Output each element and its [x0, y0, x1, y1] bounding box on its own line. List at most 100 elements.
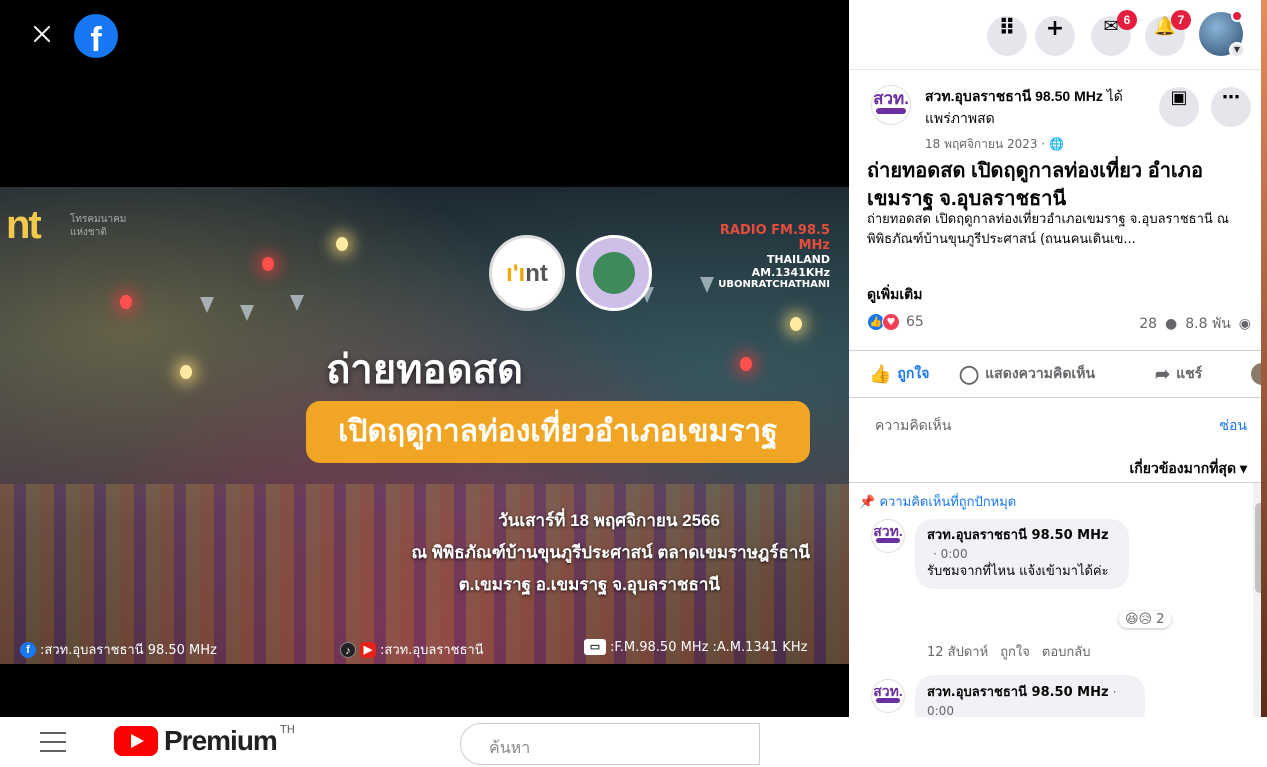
bottom-frequency-label: :F.M.98.50 MHz :A.M.1341 KHz [610, 639, 808, 655]
post-panel: ⠿ + ✉ 6 🔔 7 ▼ สวท. สวท.อุบลราชธานี 98.50… [849, 0, 1267, 717]
avatar-status-dot [1231, 10, 1243, 22]
flag-bunting [240, 305, 254, 321]
like-button[interactable]: 👍 ถูกใจ [869, 363, 929, 385]
post-stats: 28 ● 8.8 พัน ◉ [1139, 313, 1251, 335]
bottom-facebook-label: :สวท.อุบลราชธานี 98.50 MHz [40, 643, 217, 658]
comment-button[interactable]: ◯ แสดงความคิดเห็น [959, 363, 1095, 385]
flag-bunting [290, 295, 304, 311]
top-nav: ⠿ + ✉ 6 🔔 7 ▼ [849, 0, 1267, 70]
nt-live-logo-caption: โทรคมนาคม แห่งชาติ [70, 214, 127, 238]
radio-thailand-logo: RADIO FM.98.5 MHz THAILAND AM.1341KHz UB… [692, 223, 830, 290]
share-icon: ➦ [1155, 363, 1171, 384]
search-placeholder[interactable]: ค้นหา [489, 736, 530, 761]
radio-logo-line3: UBONRATCHATHANI [718, 279, 830, 290]
profile-avatar[interactable]: ▼ [1199, 10, 1245, 58]
messenger-badge: 6 [1117, 10, 1137, 30]
comment-input[interactable]: ความคิดเห็น ซ่อน [849, 399, 1267, 449]
love-reaction-icon: ♥ [882, 313, 900, 331]
comment-avatar[interactable]: สวท. [871, 679, 905, 713]
nt-live-logo: nt [6, 203, 42, 247]
comment-timestamp[interactable]: · 0:00 [927, 545, 1117, 563]
like-icon: 👍 [869, 363, 892, 384]
video-info-location: ต.เขมราฐ อ.เขมราฐ จ.อุบลราชธานี [458, 575, 720, 594]
comment-text: รับชมจากที่ไหน แจ้งเข้ามาได้ค่ะ [927, 564, 1109, 579]
comment-reactions[interactable]: 😆😥 2 [1119, 611, 1171, 628]
plus-icon[interactable]: + [1035, 16, 1075, 56]
bottom-social: ♪ ▶ :สวท.อุบลราชธานี [340, 639, 484, 660]
radio-logo-line1: RADIO FM.98.5 MHz [719, 223, 830, 253]
reaction-count: 65 [906, 314, 924, 330]
video-viewer: f nt โทรคมนาคม แห่งชาติ RADIO FM.98.5 MH… [0, 0, 849, 717]
chevron-down-icon[interactable]: ▼ [1229, 42, 1245, 58]
nt-circle-logo: ı'ınt [489, 235, 565, 311]
bottom-facebook: f :สวท.อุบลราชธานี 98.50 MHz [20, 639, 217, 660]
pinned-label: 📌 ความคิดเห็นที่ถูกปักหมุด [859, 495, 1017, 510]
radio-icon: ▭ [584, 639, 606, 655]
messenger-icon[interactable]: ✉ 6 [1091, 10, 1137, 56]
page-name-link[interactable]: สวท.อุบลราชธานี 98.50 MHz [925, 88, 1103, 104]
save-icon[interactable]: ▣ [1159, 87, 1199, 127]
youtube-logo-icon[interactable]: Premium [114, 725, 278, 757]
facebook-icon: f [20, 641, 36, 658]
search-input[interactable]: ค้นหา [460, 723, 760, 765]
light-bulb [262, 257, 274, 271]
comment-meta: 12 สัปดาห์ ถูกใจ ตอบกลับ [927, 641, 1091, 662]
light-bulb [790, 317, 802, 331]
video-bottom-bar: f :สวท.อุบลราชธานี 98.50 MHz ♪ ▶ :สวท.อุ… [0, 633, 849, 664]
radio-logo-line2: THAILAND AM.1341KHz [751, 253, 830, 279]
bell-icon[interactable]: 🔔 7 [1145, 10, 1191, 56]
post-date[interactable]: 18 พฤศจิกายน 2023 · 🌐 [925, 135, 1064, 154]
video-player[interactable]: nt โทรคมนาคม แห่งชาติ RADIO FM.98.5 MHz … [0, 187, 849, 664]
comment-bubble-icon: ● [1165, 316, 1178, 332]
comment-author[interactable]: สวท.อุบลราชธานี 98.50 MHz [927, 527, 1117, 545]
reactions-summary[interactable]: 👍 ♥ 65 [867, 313, 924, 331]
light-bulb [120, 295, 132, 309]
comment-author[interactable]: สวท.อุบลราชธานี 98.50 MHz [927, 685, 1109, 700]
bottom-social-label: :สวท.อุบลราชธานี [380, 643, 484, 658]
youtube-header: Premium TH ค้นหา [0, 717, 1267, 767]
youtube-logo-word: Premium [164, 725, 278, 756]
video-info-date: วันเสาร์ที่ 18 พฤศจิกายน 2566 [498, 511, 720, 530]
post-title: ถ่ายทอดสด เปิดฤดูกาลท่องเที่ยว อำเภอเขมร… [867, 160, 1203, 210]
hamburger-icon[interactable] [40, 732, 66, 752]
hide-link[interactable]: ซ่อน [1220, 415, 1247, 437]
post-description: ถ่ายทอดสด เปิดฤดูกาลท่องเที่ยวอำเภอเขมรา… [867, 212, 1229, 247]
eye-icon: ◉ [1238, 316, 1251, 332]
comment-age[interactable]: 12 สัปดาห์ [927, 641, 988, 662]
video-subheadline: เปิดฤดูกาลท่องเที่ยวอำเภอเขมราฐ [306, 401, 810, 463]
comment-bubble: สวท.อุบลราชธานี 98.50 MHz · 0:00 รับชมจา… [915, 519, 1129, 589]
comment-placeholder[interactable]: ความคิดเห็น [875, 415, 951, 437]
light-bulb [336, 237, 348, 251]
facebook-logo-icon[interactable]: f [74, 14, 118, 58]
comment-bubble: สวท.อุบลราชธานี 98.50 MHz · 0:00 [915, 675, 1145, 717]
see-more-link[interactable]: ดูเพิ่มเติม [867, 284, 922, 306]
page-name[interactable]: สวท.อุบลราชธานี 98.50 MHz ได้แพร่ภาพสด [925, 85, 1145, 129]
background-edge [1261, 0, 1267, 717]
video-headline: ถ่ายทอดสด [326, 348, 523, 392]
sort-comments-dropdown[interactable]: เกี่ยวข้องมากที่สุด ▾ [1130, 458, 1248, 480]
emblem-icon [593, 252, 635, 294]
action-bar: 👍 ถูกใจ ◯ แสดงความคิดเห็น ➦ แชร์ [849, 350, 1267, 398]
comments-list[interactable]: 📌 ความคิดเห็นที่ถูกปักหมุด สวท. สวท.อุบล… [849, 482, 1267, 717]
bottom-frequency: ▭ :F.M.98.50 MHz :A.M.1341 KHz [584, 639, 807, 655]
flag-bunting [200, 297, 214, 313]
youtube-icon: ▶ [360, 641, 376, 658]
share-button[interactable]: ➦ แชร์ [1155, 363, 1202, 385]
close-icon[interactable] [30, 22, 54, 46]
pin-icon: 📌 [859, 495, 876, 510]
more-icon[interactable]: ⋯ [1211, 87, 1251, 127]
emblem-circle-logo [576, 235, 652, 311]
comment-like-link[interactable]: ถูกใจ [1000, 641, 1030, 662]
comment-avatar[interactable]: สวท. [871, 519, 905, 553]
apps-grid-icon[interactable]: ⠿ [987, 16, 1027, 56]
comment-reply-link[interactable]: ตอบกลับ [1042, 641, 1091, 662]
youtube-play-icon [114, 726, 158, 756]
screen: f nt โทรคมนาคม แห่งชาติ RADIO FM.98.5 MH… [0, 0, 1267, 767]
tiktok-icon: ♪ [340, 641, 356, 658]
youtube-region: TH [280, 723, 295, 736]
page-avatar[interactable]: สวท. [871, 85, 911, 125]
notifications-badge: 7 [1171, 10, 1191, 30]
video-info-venue: ณ พิพิธภัณฑ์บ้านขุนภูรีประศาสน์ ตลาดเขมร… [411, 543, 810, 562]
comment-count[interactable]: 28 [1139, 316, 1157, 332]
comment-icon: ◯ [959, 363, 980, 384]
